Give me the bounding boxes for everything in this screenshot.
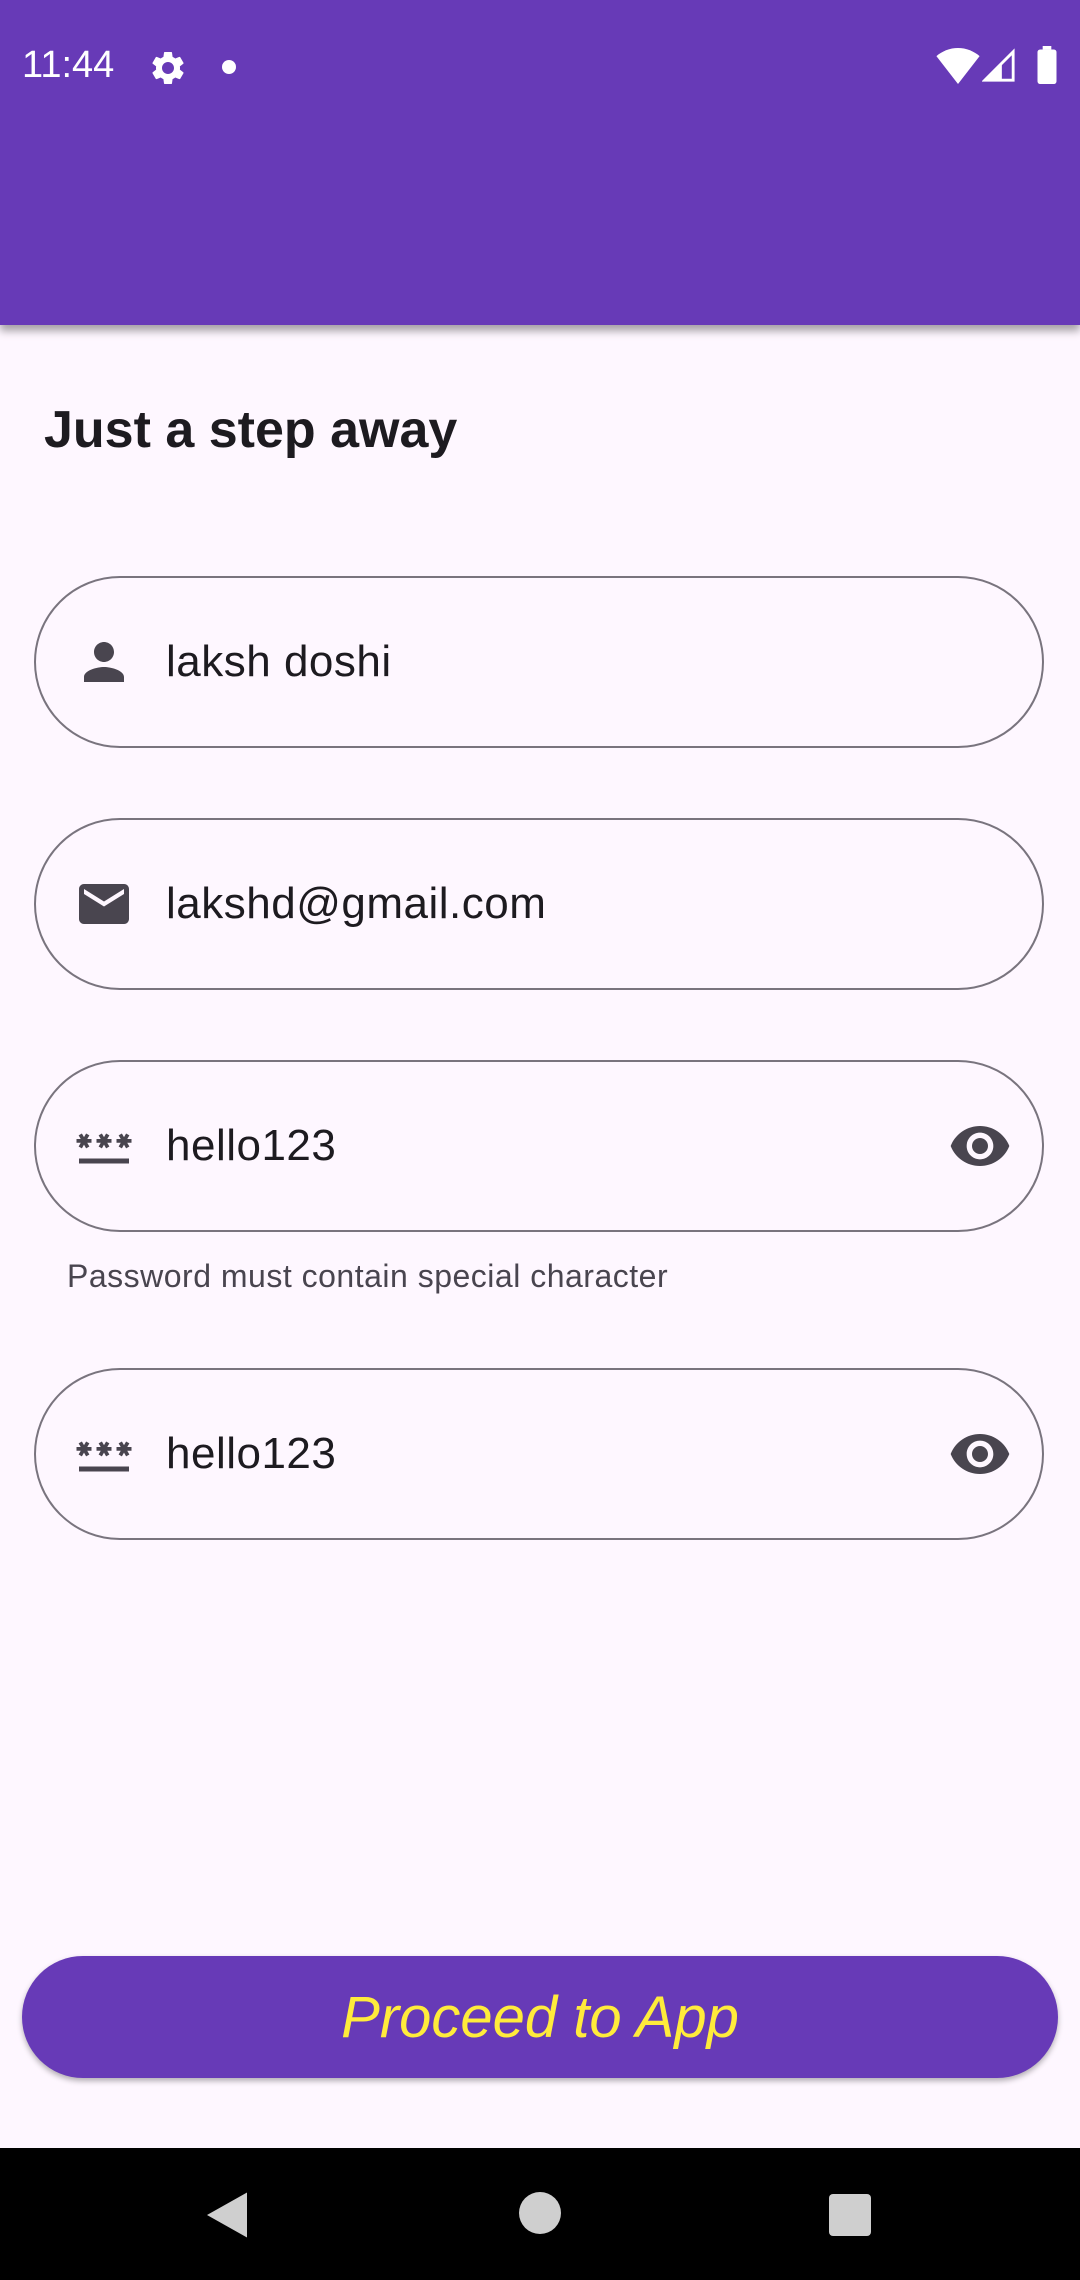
back-icon[interactable] <box>202 2190 252 2240</box>
settings-icon <box>152 51 184 84</box>
proceed-button[interactable]: Proceed to App <box>22 1956 1058 2078</box>
person-icon <box>84 642 124 682</box>
eye-icon[interactable] <box>948 1114 1012 1178</box>
password-input[interactable]: hello123 <box>166 1121 336 1171</box>
status-time: 11:44 <box>22 44 115 86</box>
confirm-password-input[interactable]: hello123 <box>166 1429 336 1479</box>
signal-icon <box>982 48 1015 82</box>
password-field[interactable]: hello123 <box>34 1060 1044 1232</box>
password-icon <box>76 1133 132 1164</box>
recent-apps-icon[interactable] <box>829 2194 871 2236</box>
confirm-password-field[interactable]: hello123 <box>34 1368 1044 1540</box>
home-icon[interactable] <box>519 2192 561 2234</box>
battery-icon <box>1037 46 1057 84</box>
password-icon <box>76 1441 132 1472</box>
wifi-icon <box>936 48 980 84</box>
system-nav-bar <box>0 2148 1080 2280</box>
email-field[interactable]: lakshd@gmail.com <box>34 818 1044 990</box>
eye-icon[interactable] <box>948 1422 1012 1486</box>
password-helper-text: Password must contain special character <box>67 1258 669 1294</box>
notification-dot-icon <box>222 60 236 74</box>
name-field[interactable]: laksh doshi <box>34 576 1044 748</box>
proceed-button-label: Proceed to App <box>341 1984 739 2050</box>
name-input[interactable]: laksh doshi <box>166 637 392 687</box>
app-bar: 11:44 <box>0 0 1080 325</box>
mail-icon <box>79 884 129 924</box>
email-input[interactable]: lakshd@gmail.com <box>166 879 546 929</box>
page-title: Just a step away <box>44 401 458 459</box>
